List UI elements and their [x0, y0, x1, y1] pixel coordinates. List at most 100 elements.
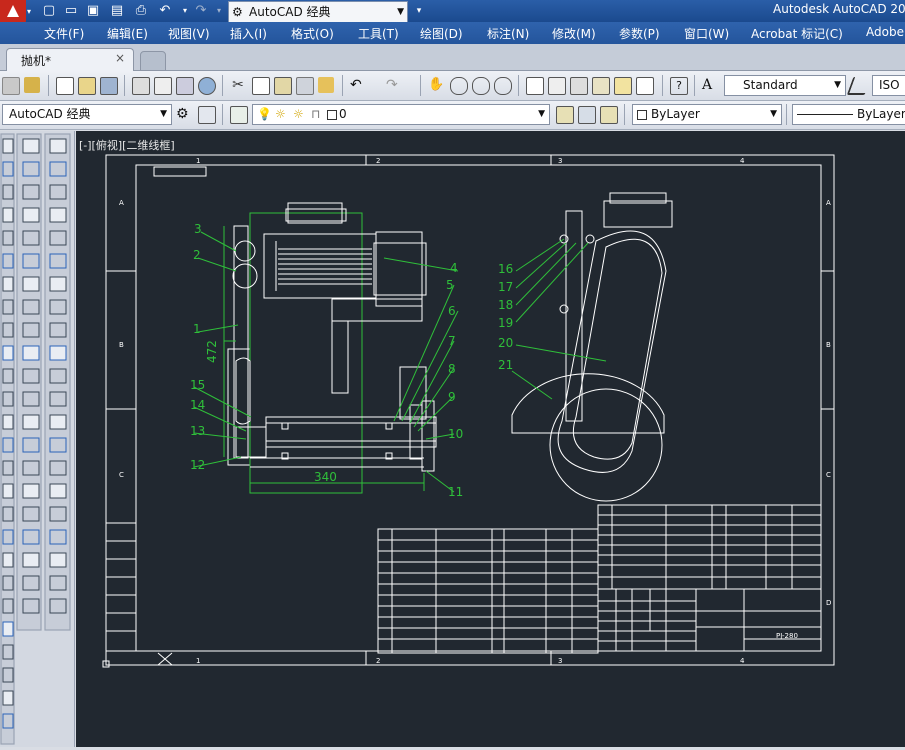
app-menu-arrow-icon[interactable]: ▾: [27, 7, 31, 16]
help-icon[interactable]: ?: [670, 77, 688, 95]
dimension-style-icon[interactable]: [846, 77, 872, 95]
sheet-set-icon[interactable]: [592, 77, 610, 95]
linetype-select[interactable]: ByLayer: [792, 104, 905, 125]
balloon-12: 12: [190, 458, 205, 472]
dimension-tool-icon[interactable]: [22, 552, 40, 568]
chevron-down-icon: ▼: [160, 109, 167, 119]
dimension-style-select[interactable]: ISO: [872, 75, 905, 96]
new-file-icon[interactable]: [56, 77, 74, 95]
hatch-tool-icon[interactable]: [22, 207, 40, 223]
menu-window[interactable]: 窗口(W): [684, 25, 729, 42]
open-icon[interactable]: ▭: [62, 2, 80, 20]
3d-dwf-icon[interactable]: [198, 77, 216, 95]
move-tool-icon[interactable]: [49, 276, 67, 292]
tab-drawing[interactable]: 抛机* ×: [6, 48, 134, 71]
redo-icon[interactable]: ↷: [192, 2, 210, 20]
redo-icon[interactable]: ↷: [386, 77, 402, 93]
menu-tools[interactable]: 工具(T): [358, 25, 399, 42]
match-properties-icon[interactable]: [296, 77, 314, 95]
menu-draw[interactable]: 绘图(D): [420, 25, 463, 42]
line-tool-icon[interactable]: [22, 276, 40, 292]
circle-tool-icon[interactable]: [2, 552, 14, 568]
menu-modify[interactable]: 修改(M): [552, 25, 596, 42]
sun-icon: ☼: [275, 107, 286, 121]
open-file-icon[interactable]: [78, 77, 96, 95]
layer-select[interactable]: 💡 ☼ ☼ ⊓ 0 ▼: [252, 104, 550, 125]
new-tab-button[interactable]: [140, 51, 166, 71]
extend-tool-icon[interactable]: [22, 138, 40, 154]
menu-view[interactable]: 视图(V): [168, 25, 210, 42]
circle-tool-icon[interactable]: [49, 207, 67, 223]
layer-states-icon[interactable]: [600, 106, 618, 124]
markup-icon[interactable]: [614, 77, 632, 95]
balloon-17: 17: [498, 280, 513, 294]
close-icon[interactable]: ×: [115, 51, 125, 65]
paste-icon[interactable]: [274, 77, 292, 95]
zoom-window-icon[interactable]: [472, 77, 490, 95]
erase-tool-icon[interactable]: [49, 138, 67, 154]
scale-tool-icon[interactable]: [49, 345, 67, 361]
erase-tool-icon[interactable]: [2, 483, 14, 499]
dimension-tool-icon[interactable]: [2, 414, 14, 430]
redo-dropdown-icon[interactable]: ▾: [210, 2, 228, 20]
pan-icon[interactable]: ✋: [428, 77, 444, 93]
pdf-icon[interactable]: [2, 77, 20, 95]
star-icon[interactable]: [24, 77, 40, 93]
workspace-dropdown[interactable]: AutoCAD 经典 ▼: [2, 104, 172, 125]
undo-icon[interactable]: ↶: [350, 77, 366, 93]
fillet-tool-icon[interactable]: [49, 414, 67, 430]
move-tool-icon[interactable]: [2, 621, 14, 637]
balloon-21: 21: [498, 358, 513, 372]
layer-previous-icon[interactable]: [578, 106, 596, 124]
balloon-6: 6: [448, 304, 456, 318]
plot-preview-icon[interactable]: [154, 77, 172, 95]
text-style-select[interactable]: Standard ▼: [724, 75, 846, 96]
workspace-settings-icon[interactable]: ⚙: [176, 106, 192, 122]
copy-icon[interactable]: [252, 77, 270, 95]
scale-tool-icon[interactable]: [2, 690, 14, 706]
block-editor-icon[interactable]: [318, 77, 334, 93]
menu-parametric[interactable]: 参数(P): [619, 25, 660, 42]
make-current-icon[interactable]: [556, 106, 574, 124]
text-tool-icon[interactable]: [49, 483, 67, 499]
save-icon[interactable]: ▣: [84, 2, 102, 20]
design-center-icon[interactable]: [548, 77, 566, 95]
workspace-select[interactable]: ⚙ AutoCAD 经典 ▼: [228, 1, 408, 23]
line-tool-icon[interactable]: [2, 138, 14, 154]
workspace-save-icon[interactable]: [198, 106, 216, 124]
tool-palettes-icon[interactable]: [570, 77, 588, 95]
layer-manager-icon[interactable]: [230, 106, 248, 124]
properties-icon[interactable]: [526, 77, 544, 95]
polyline-tool-icon[interactable]: [49, 552, 67, 568]
plot-icon[interactable]: [132, 77, 150, 95]
text-style-icon[interactable]: A: [702, 77, 718, 93]
copy-tool-icon[interactable]: [22, 414, 40, 430]
new-icon[interactable]: ▢: [40, 2, 58, 20]
menu-insert[interactable]: 插入(I): [230, 25, 267, 42]
arc-tool-icon[interactable]: [22, 345, 40, 361]
color-select[interactable]: ByLayer ▼: [632, 104, 782, 125]
copy-tool-icon[interactable]: [2, 276, 14, 292]
save-file-icon[interactable]: [100, 77, 118, 95]
drawing-canvas[interactable]: [-][俯视][二维线框] 3 2 1 15 14 13 12 4 5 6 7 …: [76, 131, 905, 747]
print-icon[interactable]: ⎙: [132, 2, 150, 20]
zoom-realtime-icon[interactable]: [450, 77, 468, 95]
cut-icon[interactable]: ✂: [230, 77, 246, 93]
menu-adobe[interactable]: Adobe: [866, 25, 904, 39]
undo-icon[interactable]: ↶: [156, 2, 174, 20]
zoom-previous-icon[interactable]: [494, 77, 512, 95]
publish-icon[interactable]: [176, 77, 194, 95]
calculator-icon[interactable]: [636, 77, 654, 95]
menu-file[interactable]: 文件(F): [44, 25, 84, 42]
arc-tool-icon[interactable]: [2, 207, 14, 223]
drawing-number: PJ-280: [776, 632, 798, 640]
save-as-icon[interactable]: ▤: [108, 2, 126, 20]
menu-format[interactable]: 格式(O): [291, 25, 334, 42]
trim-tool-icon[interactable]: [2, 345, 14, 361]
quick-access-dropdown-icon[interactable]: ▾: [410, 2, 428, 20]
menu-edit[interactable]: 编辑(E): [107, 25, 148, 42]
toolbar-separator: [694, 75, 695, 96]
menu-dimension[interactable]: 标注(N): [487, 25, 529, 42]
menu-acrobat[interactable]: Acrobat 标记(C): [751, 25, 843, 42]
trim-tool-icon[interactable]: [22, 483, 40, 499]
